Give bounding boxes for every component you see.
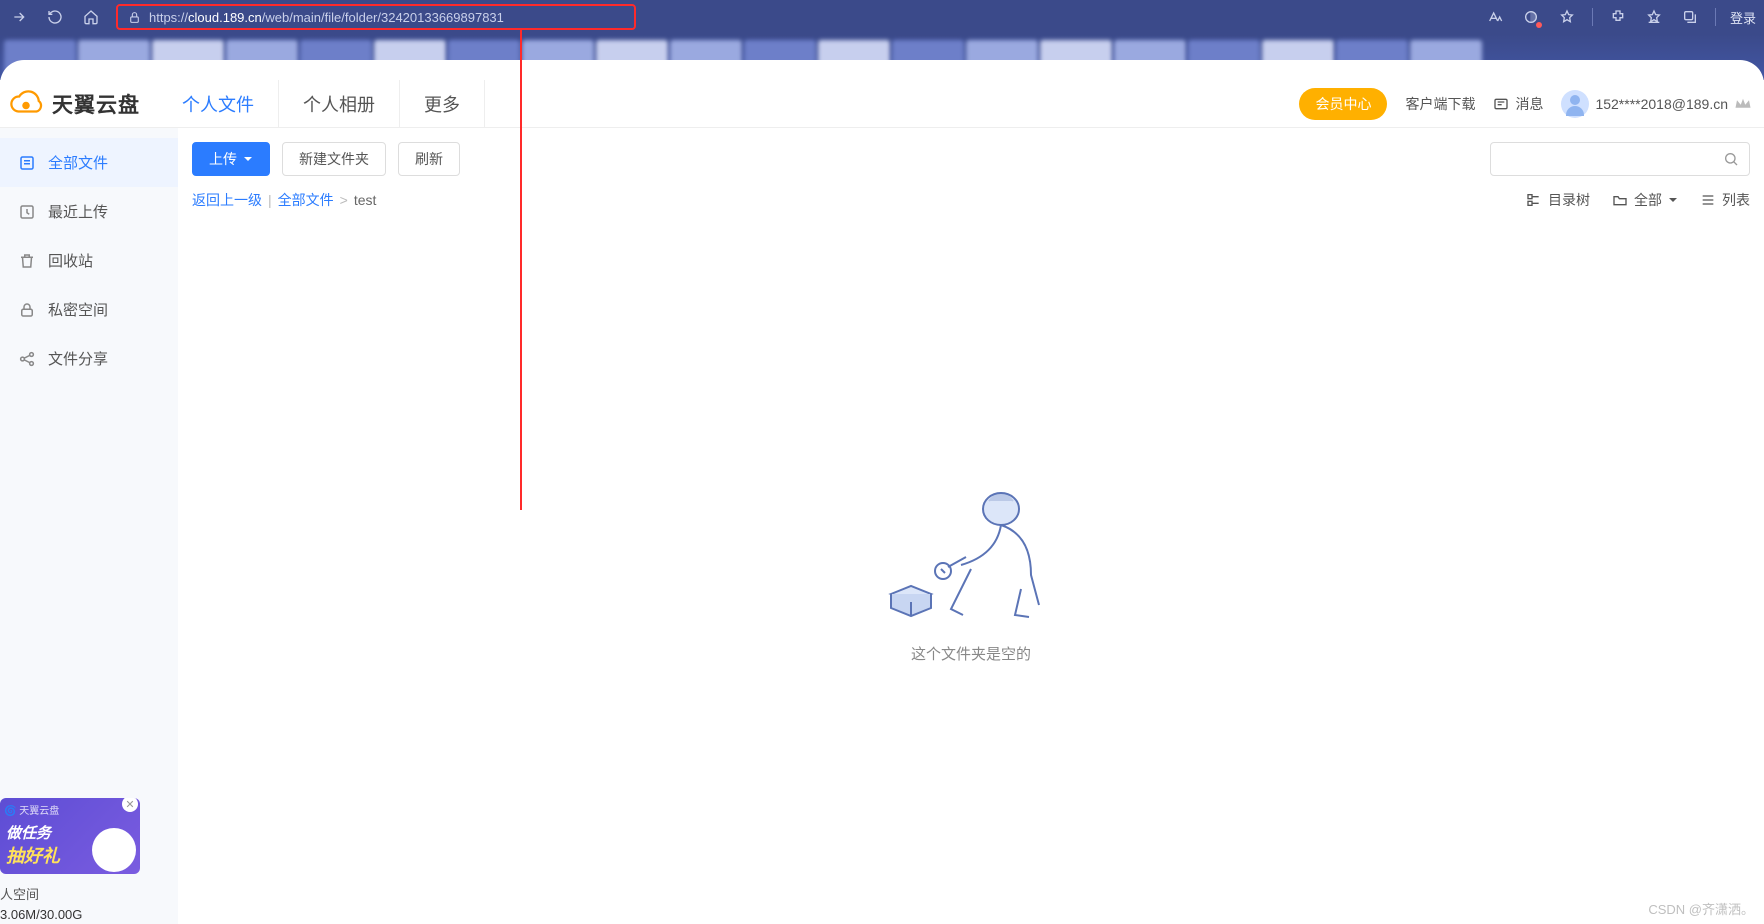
- empty-state: 这个文件夹是空的: [192, 218, 1750, 924]
- sidebar-label: 全部文件: [48, 152, 108, 173]
- lock-icon: [18, 301, 36, 319]
- search-icon: [1723, 151, 1739, 167]
- promo-tag: 🌀 天翼云盘: [4, 802, 59, 817]
- logo-icon: [8, 90, 44, 118]
- main-panel: 上传 新建文件夹 刷新 返回上一级 | 全部文件 > test: [178, 128, 1764, 924]
- messages-link[interactable]: 消息: [1493, 94, 1543, 114]
- breadcrumb-row: 返回上一级 | 全部文件 > test 目录树 全部: [192, 176, 1750, 218]
- quota-label: 人空间: [0, 882, 178, 905]
- share-icon: [18, 350, 36, 368]
- filter-label: 全部: [1634, 190, 1662, 210]
- crown-icon: [1734, 97, 1752, 111]
- quota-value: 3.06M/30.00G: [0, 905, 178, 924]
- promo-close-icon[interactable]: ✕: [122, 798, 138, 812]
- promo-mascot: [92, 828, 136, 872]
- collections-icon[interactable]: [1679, 6, 1701, 28]
- logo[interactable]: 天翼云盘: [4, 89, 158, 119]
- refresh-button[interactable]: 刷新: [398, 142, 460, 176]
- sidebar-item-share[interactable]: 文件分享: [0, 334, 178, 383]
- sidebar-item-all-files[interactable]: 全部文件: [0, 138, 178, 187]
- search-box[interactable]: [1490, 142, 1750, 176]
- folder-icon: [1612, 192, 1628, 208]
- sidebar-label: 最近上传: [48, 201, 108, 222]
- tree-view-toggle[interactable]: 目录树: [1526, 190, 1590, 210]
- extensions-icon[interactable]: [1607, 6, 1629, 28]
- filter-all[interactable]: 全部: [1612, 190, 1678, 210]
- watermark: CSDN @齐潇洒。: [1648, 899, 1754, 918]
- sidebar-label: 私密空间: [48, 299, 108, 320]
- upload-button[interactable]: 上传: [192, 142, 270, 176]
- text-size-icon[interactable]: [1484, 6, 1506, 28]
- home-button[interactable]: [80, 6, 102, 28]
- toolbar: 上传 新建文件夹 刷新: [192, 142, 1750, 176]
- tab-personal-files[interactable]: 个人文件: [158, 80, 279, 128]
- clock-icon: [18, 203, 36, 221]
- sidebar-item-recent[interactable]: 最近上传: [0, 187, 178, 236]
- promo-banner[interactable]: ✕ 🌀 天翼云盘 做任务 抽好礼: [0, 798, 140, 874]
- search-input[interactable]: [1501, 152, 1723, 167]
- tree-icon: [1526, 192, 1542, 208]
- empty-illustration: [871, 479, 1071, 629]
- tab-more[interactable]: 更多: [400, 80, 485, 128]
- app-header: 天翼云盘 个人文件 个人相册 更多 会员中心 客户端下载 消息 152****2…: [0, 80, 1764, 128]
- caret-down-icon: [1668, 195, 1678, 205]
- user-menu[interactable]: 152****2018@189.cn: [1561, 90, 1752, 118]
- message-icon: [1493, 96, 1509, 112]
- logo-text: 天翼云盘: [52, 89, 140, 119]
- annotation-line: [520, 30, 522, 510]
- sidebar: 全部文件 最近上传 回收站 私密空间 文件分享 ✕ 🌀 天翼云盘 做任务: [0, 128, 178, 924]
- new-folder-button[interactable]: 新建文件夹: [282, 142, 386, 176]
- promo-line2: 抽好礼: [6, 842, 60, 868]
- empty-text: 这个文件夹是空的: [911, 643, 1031, 664]
- caret-down-icon: [243, 154, 253, 164]
- breadcrumb-gt: >: [340, 192, 348, 208]
- list-label: 列表: [1722, 190, 1750, 210]
- tree-label: 目录树: [1548, 190, 1590, 210]
- messages-label: 消息: [1515, 94, 1543, 114]
- breadcrumb-current: test: [354, 192, 377, 208]
- upload-label: 上传: [209, 149, 237, 169]
- forward-button[interactable]: [8, 6, 30, 28]
- tab-personal-album[interactable]: 个人相册: [279, 80, 400, 128]
- breadcrumb-root[interactable]: 全部文件: [278, 190, 334, 210]
- client-download-link[interactable]: 客户端下载: [1405, 94, 1475, 114]
- files-icon: [18, 154, 36, 172]
- breadcrumb-back[interactable]: 返回上一级: [192, 190, 262, 210]
- favorite-icon[interactable]: [1556, 6, 1578, 28]
- sidebar-label: 文件分享: [48, 348, 108, 369]
- lock-icon: [128, 11, 141, 24]
- browser-login[interactable]: 登录: [1730, 8, 1756, 27]
- list-view-toggle[interactable]: 列表: [1700, 190, 1750, 210]
- url-text: https://cloud.189.cn/web/main/file/folde…: [149, 10, 504, 25]
- address-bar[interactable]: https://cloud.189.cn/web/main/file/folde…: [116, 4, 636, 30]
- list-icon: [1700, 192, 1716, 208]
- shield-icon[interactable]: [1520, 6, 1542, 28]
- user-email: 152****2018@189.cn: [1595, 96, 1728, 112]
- sidebar-label: 回收站: [48, 250, 93, 271]
- breadcrumb-sep: |: [268, 192, 272, 208]
- promo-line1: 做任务: [6, 822, 51, 843]
- refresh-button[interactable]: [44, 6, 66, 28]
- browser-toolbar: https://cloud.189.cn/web/main/file/folde…: [0, 0, 1764, 34]
- vip-center-button[interactable]: 会员中心: [1299, 88, 1387, 120]
- sidebar-item-trash[interactable]: 回收站: [0, 236, 178, 285]
- sidebar-item-private[interactable]: 私密空间: [0, 285, 178, 334]
- avatar-icon: [1561, 90, 1589, 118]
- favorites-list-icon[interactable]: [1643, 6, 1665, 28]
- trash-icon: [18, 252, 36, 270]
